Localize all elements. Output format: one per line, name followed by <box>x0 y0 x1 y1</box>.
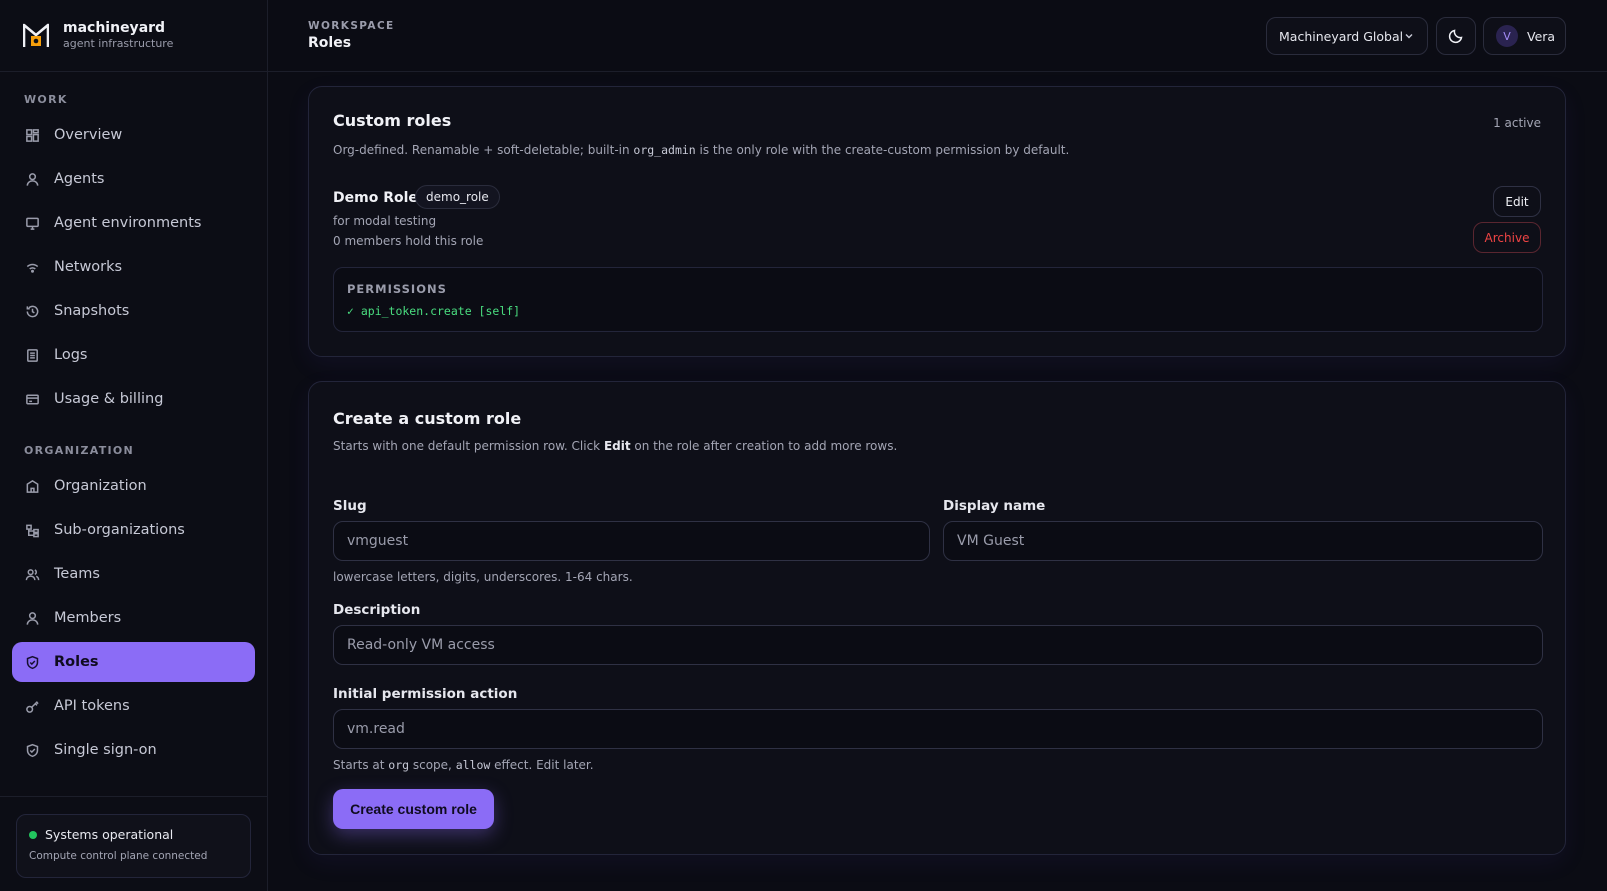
grid-icon <box>24 127 40 143</box>
slug-input[interactable] <box>333 521 930 561</box>
description-label: Description <box>333 602 421 618</box>
create-role-title: Create a custom role <box>333 409 522 428</box>
sidebar-item-usage-billing[interactable]: Usage & billing <box>12 379 255 419</box>
slug-hint: lowercase letters, digits, underscores. … <box>333 570 633 584</box>
sidebar-item-agent-environments[interactable]: Agent environments <box>12 203 255 243</box>
moon-icon <box>1448 29 1463 44</box>
brand[interactable]: machineyard agent infrastructure <box>0 0 267 72</box>
wifi-icon <box>24 259 40 275</box>
role-member-count: 0 members hold this role <box>333 234 484 248</box>
sidebar-item-label: Overview <box>54 127 123 143</box>
user-menu-button[interactable]: V Vera <box>1483 17 1566 55</box>
role-slug-badge: demo_role <box>415 185 500 209</box>
sidebar-item-organization[interactable]: Organization <box>12 466 255 506</box>
permissions-label: PERMISSIONS <box>347 282 447 296</box>
permission-item: ✓ api_token.create [self] <box>347 304 521 318</box>
sidebar-item-agents[interactable]: Agents <box>12 159 255 199</box>
machineyard-logo-icon <box>23 23 49 47</box>
sidebar-item-label: Networks <box>54 259 123 275</box>
custom-roles-card: Custom roles 1 active Org-defined. Renam… <box>308 86 1566 357</box>
sidebar-item-label: Snapshots <box>54 303 130 319</box>
sidebar-item-label: Sub-organizations <box>54 522 185 538</box>
sidebar-item-label: Logs <box>54 347 88 363</box>
edit-role-button[interactable]: Edit <box>1493 186 1541 217</box>
sidebar-item-logs[interactable]: Logs <box>12 335 255 375</box>
sidebar-item-api-tokens[interactable]: API tokens <box>12 686 255 726</box>
tree-icon <box>24 522 40 538</box>
slug-label: Slug <box>333 498 367 514</box>
key-icon <box>24 698 40 714</box>
document-icon <box>24 347 40 363</box>
monitor-icon <box>24 215 40 231</box>
sidebar-item-label: Usage & billing <box>54 391 164 407</box>
sidebar-item-label: Agent environments <box>54 215 202 231</box>
sidebar-item-label: Single sign-on <box>54 742 157 758</box>
shield-check-icon <box>24 742 40 758</box>
section-label-organization: ORGANIZATION <box>24 444 135 457</box>
role-description: for modal testing <box>333 214 437 228</box>
users-icon <box>24 566 40 582</box>
card-icon <box>24 391 40 407</box>
sidebar-divider <box>0 796 268 797</box>
org-admin-code: org_admin <box>633 143 696 157</box>
sidebar: machineyard agent infrastructure WORK Ov… <box>0 0 268 891</box>
sidebar-item-label: API tokens <box>54 698 130 714</box>
display-name-label: Display name <box>943 498 1046 514</box>
permission-action-label: Initial permission action <box>333 686 518 702</box>
page-title: Roles <box>308 35 352 51</box>
user-name: Vera <box>1527 28 1556 44</box>
sidebar-item-teams[interactable]: Teams <box>12 554 255 594</box>
role-name: Demo Role <box>333 190 418 206</box>
sidebar-item-sub-organizations[interactable]: Sub-organizations <box>12 510 255 550</box>
status-subtitle: Compute control plane connected <box>29 850 208 862</box>
permissions-box: PERMISSIONS ✓ api_token.create [self] <box>333 267 1543 332</box>
history-icon <box>24 303 40 319</box>
avatar: V <box>1496 25 1518 47</box>
create-role-card: Create a custom role Starts with one def… <box>308 381 1566 855</box>
sidebar-item-roles[interactable]: Roles <box>12 642 255 682</box>
org-switcher-label: Machineyard Global <box>1279 28 1404 44</box>
brand-name: machineyard <box>63 20 166 36</box>
sidebar-item-overview[interactable]: Overview <box>12 115 255 155</box>
sidebar-item-single-sign-on[interactable]: Single sign-on <box>12 730 255 770</box>
status-dot-icon <box>29 830 37 839</box>
custom-roles-title: Custom roles <box>333 111 452 130</box>
sidebar-item-label: Organization <box>54 478 147 494</box>
section-label-work: WORK <box>24 93 68 106</box>
user-icon <box>24 171 40 187</box>
permission-action-input[interactable] <box>333 709 1543 749</box>
custom-roles-description: Org-defined. Renamable + soft-deletable;… <box>333 143 1070 157</box>
sidebar-item-snapshots[interactable]: Snapshots <box>12 291 255 331</box>
description-input[interactable] <box>333 625 1543 665</box>
shield-icon <box>24 654 40 670</box>
sidebar-item-label: Teams <box>54 566 100 582</box>
theme-toggle-button[interactable] <box>1436 17 1476 55</box>
sidebar-item-members[interactable]: Members <box>12 598 255 638</box>
permission-action-hint: Starts at org scope, allow effect. Edit … <box>333 758 594 772</box>
person-icon <box>24 610 40 626</box>
breadcrumb-section: WORKSPACE <box>308 20 395 32</box>
chevron-down-icon <box>1405 34 1413 39</box>
sidebar-item-label: Agents <box>54 171 105 187</box>
brand-tagline: agent infrastructure <box>63 37 174 50</box>
create-custom-role-button[interactable]: Create custom role <box>333 789 494 829</box>
org-switcher[interactable]: Machineyard Global <box>1266 17 1428 55</box>
system-status-card: Systems operational Compute control plan… <box>16 814 251 878</box>
building-icon <box>24 478 40 494</box>
sidebar-item-networks[interactable]: Networks <box>12 247 255 287</box>
create-role-description: Starts with one default permission row. … <box>333 439 898 453</box>
topbar: WORKSPACE Roles Machineyard Global V Ver… <box>268 0 1607 72</box>
archive-role-button[interactable]: Archive <box>1473 222 1541 253</box>
sidebar-item-label: Members <box>54 610 122 626</box>
display-name-input[interactable] <box>943 521 1543 561</box>
active-count: 1 active <box>1493 116 1541 130</box>
sidebar-item-label: Roles <box>54 654 99 670</box>
status-title: Systems operational <box>45 827 174 842</box>
